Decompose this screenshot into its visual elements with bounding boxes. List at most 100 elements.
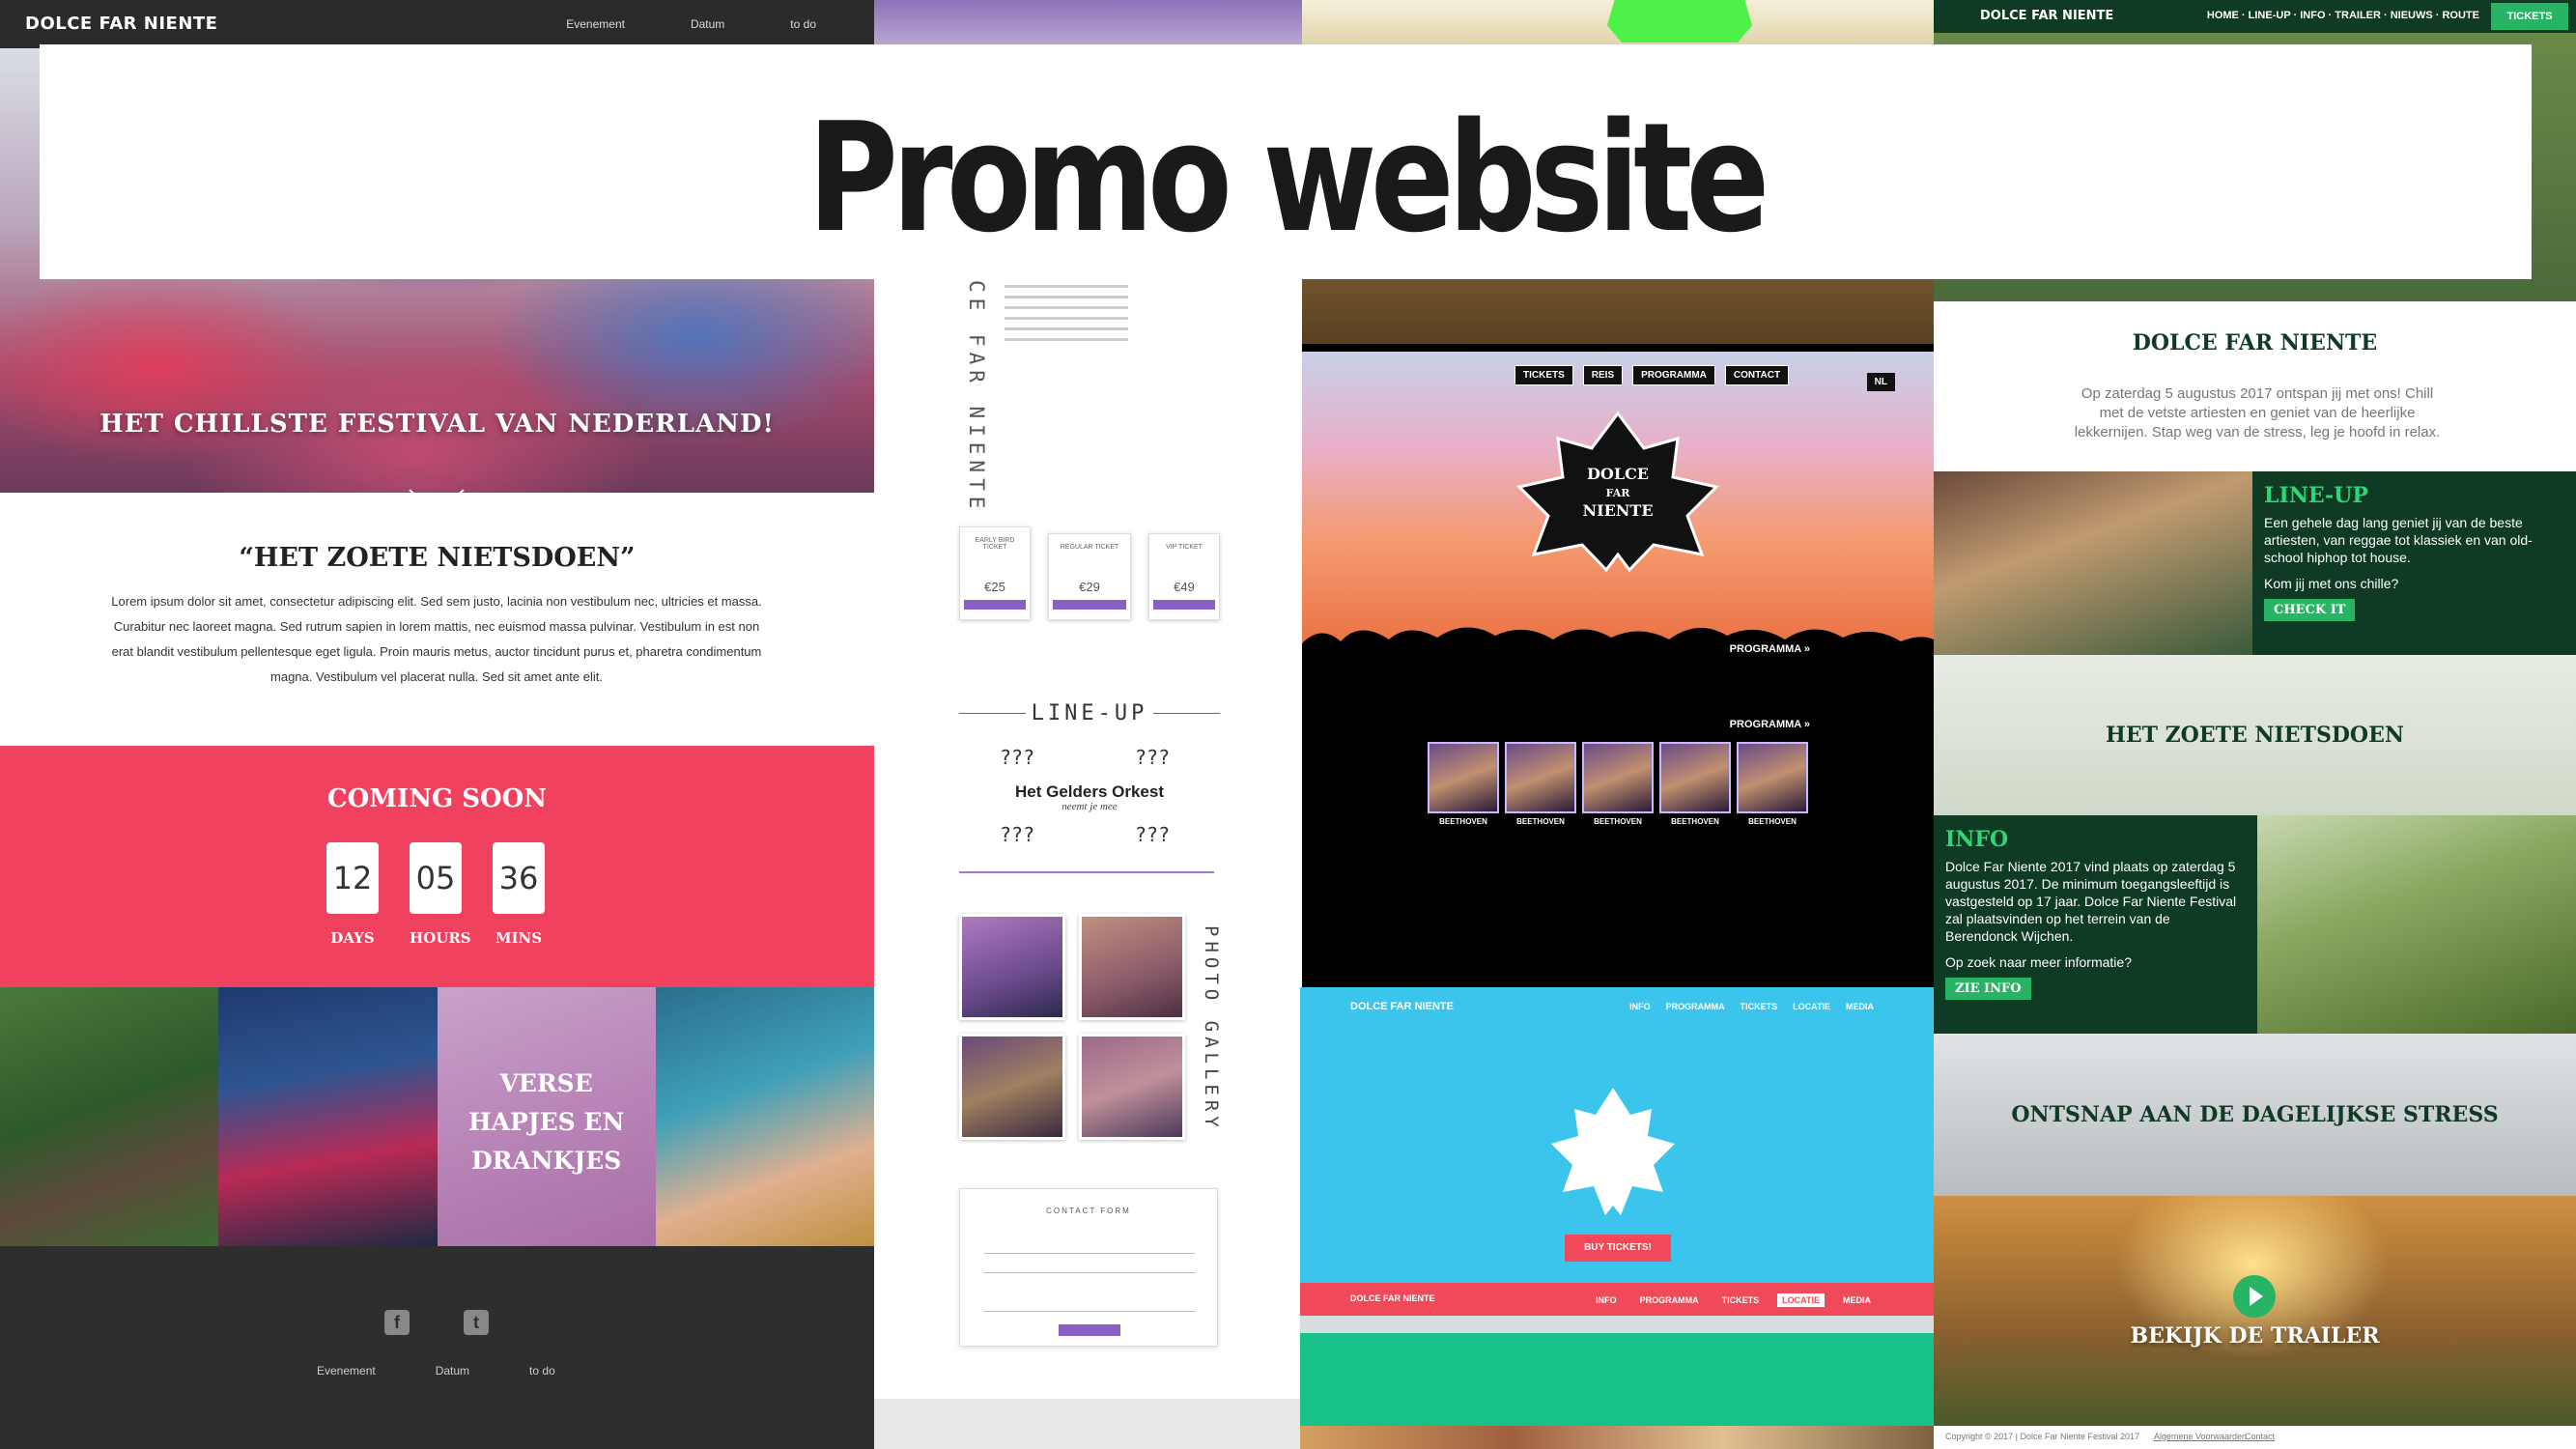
divider: [959, 871, 1214, 873]
facebook-icon[interactable]: f: [384, 1310, 410, 1335]
nav-programma[interactable]: PROGRAMMA: [1635, 1293, 1704, 1307]
nav-media[interactable]: MEDIA: [1846, 1002, 1874, 1011]
twitter-icon[interactable]: t: [464, 1310, 489, 1335]
terms-link[interactable]: Algemene Voorwaarden: [2154, 1432, 2247, 1441]
gallery-image[interactable]: [959, 1034, 1065, 1140]
send-button[interactable]: [1059, 1324, 1120, 1336]
photo-caption-line: VERSE: [499, 1069, 593, 1097]
map[interactable]: [1300, 1316, 1934, 1333]
lineup-placeholder: ???: [1000, 823, 1035, 846]
lineup-title: LINE-UP: [2264, 483, 2368, 508]
programma-link[interactable]: PROGRAMMA »: [1730, 719, 1810, 730]
tickets-button[interactable]: TICKETS: [2491, 3, 2568, 30]
countdown-value: 36: [493, 842, 545, 914]
ticket-vip: VIP TICKET €49: [1148, 533, 1220, 620]
ticket-order-button[interactable]: [964, 600, 1026, 610]
site-logo[interactable]: DOLCE FAR NIENTE: [25, 14, 217, 34]
navbar: DOLCE FAR NIENTE Evenement Datum to do: [0, 0, 874, 48]
nav-locatie[interactable]: LOCATIE: [1777, 1293, 1825, 1307]
language-switch[interactable]: NL: [1866, 373, 1895, 391]
headliner-name: Het Gelders Orkest: [1014, 782, 1164, 801]
leaf-logo-line: DOLCE: [1587, 465, 1649, 483]
gallery-image[interactable]: [1079, 1034, 1185, 1140]
nav-info[interactable]: INFO: [1591, 1293, 1622, 1307]
gallery-image[interactable]: [959, 914, 1065, 1020]
email-field[interactable]: [984, 1272, 1195, 1273]
photo-caption-line: DRANKJES: [470, 1147, 622, 1175]
footer-link-datum[interactable]: Datum: [436, 1364, 469, 1378]
nav-info[interactable]: INFO: [1629, 1002, 1651, 1011]
trailer-title[interactable]: BEKIJK DE TRAILER: [1934, 1323, 2576, 1349]
contact-link[interactable]: Contact: [2245, 1432, 2275, 1441]
text-line: [1005, 306, 1128, 309]
contact-title: CONTACT FORM: [1046, 1207, 1131, 1215]
site-logo[interactable]: DOLCE FAR NIENTE: [1980, 9, 2113, 23]
footer-link-evenement[interactable]: Evenement: [317, 1364, 376, 1378]
nav-tickets[interactable]: TICKETS: [1717, 1293, 1765, 1307]
site-logo[interactable]: DOLCE FAR NIENTE: [1350, 1001, 1454, 1012]
nav-programma[interactable]: PROGRAMMA: [1632, 365, 1715, 385]
artist-card[interactable]: BEETHOVEN: [1428, 742, 1499, 826]
nav-programma[interactable]: PROGRAMMA: [1666, 1002, 1725, 1011]
photo-drinks: VERSE HAPJES EN DRANKJES: [437, 987, 656, 1246]
text-line: [1005, 327, 1128, 330]
artist-card[interactable]: BEETHOVEN: [1582, 742, 1654, 826]
artist-card[interactable]: BEETHOVEN: [1659, 742, 1731, 826]
ticket-regular: REGULAR TICKET €29: [1048, 533, 1131, 620]
ticket-order-button[interactable]: [1153, 600, 1215, 610]
headliner-subtitle: neemt je mee: [1062, 801, 1118, 812]
info-row: INFO Dolce Far Niente 2017 vind plaats o…: [1934, 815, 2576, 1034]
text-line: [1005, 285, 1128, 288]
lineup-title: LINE-UP: [1031, 701, 1148, 725]
play-icon[interactable]: [2233, 1275, 2276, 1318]
nav-link-evenement[interactable]: Evenement: [566, 17, 625, 31]
nav-locatie[interactable]: LOCATIE: [1793, 1002, 1830, 1011]
text-line: [1005, 296, 1128, 298]
nav-media[interactable]: MEDIA: [1838, 1293, 1876, 1307]
hero-tagline: HET CHILLSTE FESTIVAL VAN NEDERLAND!: [99, 410, 775, 439]
artist-card[interactable]: BEETHOVEN: [1737, 742, 1808, 826]
artist-photo: [1505, 742, 1576, 813]
copyright-text: Copyright © 2017 | Dolce Far Niente Fest…: [1945, 1432, 2140, 1441]
gallery-title: PHOTO GALLERY: [1201, 925, 1222, 1132]
message-field[interactable]: [984, 1311, 1195, 1312]
lineup-text: Een gehele dag lang geniet jij van de be…: [2264, 515, 2533, 565]
lineup-placeholder: ???: [1000, 746, 1035, 769]
gallery-image[interactable]: [1079, 914, 1185, 1020]
photo-crowd: [218, 987, 438, 1246]
crowd-silhouette: [1302, 627, 1934, 668]
countdown-days: 12 DAYS: [326, 842, 379, 947]
nav-contact[interactable]: CONTACT: [1724, 365, 1790, 385]
zie-info-button[interactable]: ZIE INFO: [1945, 978, 2031, 1000]
site-logo[interactable]: DOLCE FAR NIENTE: [1350, 1293, 1435, 1303]
nav-link-datum[interactable]: Datum: [691, 17, 724, 31]
footer-link-todo[interactable]: to do: [529, 1364, 555, 1378]
nav-tickets[interactable]: TICKETS: [1514, 365, 1573, 385]
countdown-value: 12: [326, 842, 379, 914]
artist-photo: [1428, 742, 1499, 813]
nav-reis[interactable]: REIS: [1582, 365, 1624, 385]
photo-hammock: [655, 987, 874, 1246]
ticket-name: VIP TICKET: [1166, 544, 1203, 551]
blue-hero: DOLCE FAR NIENTE INFO PROGRAMMA TICKETS …: [1300, 987, 1934, 1283]
check-it-button[interactable]: CHECK IT: [2264, 599, 2356, 621]
nav-tickets[interactable]: TICKETS: [1741, 1002, 1778, 1011]
sunset-hero: TICKETS REIS PROGRAMMA CONTACT NL DOLCE …: [1302, 352, 1934, 668]
text-line: [1005, 317, 1128, 320]
footer: Copyright © 2017 | Dolce Far Niente Fest…: [1934, 1426, 2576, 1449]
programma-link[interactable]: PROGRAMMA »: [1730, 643, 1810, 655]
contact-form: CONTACT FORM: [959, 1188, 1218, 1347]
leaf-logo-line: NIENTE: [1582, 501, 1653, 520]
ticket-price: €29: [1079, 580, 1100, 594]
photo-strip: VERSE HAPJES EN DRANKJES: [0, 987, 874, 1246]
vertical-title: CE FAR NIENTE: [965, 280, 988, 515]
buy-tickets-button[interactable]: BUY TICKETS!: [1565, 1235, 1671, 1262]
ticket-order-button[interactable]: [1053, 600, 1126, 610]
name-field[interactable]: [984, 1253, 1195, 1254]
artist-card[interactable]: BEETHOVEN: [1505, 742, 1576, 826]
nav-link-todo[interactable]: to do: [790, 17, 816, 31]
nav-buttons: TICKETS REIS PROGRAMMA CONTACT: [1514, 365, 1790, 385]
nav-links[interactable]: HOME · LINE-UP · INFO · TRAILER · NIEUWS…: [2207, 10, 2479, 21]
nav-links: INFO PROGRAMMA TICKETS LOCATIE MEDIA: [1629, 1002, 1874, 1011]
artist-cards: BEETHOVEN BEETHOVEN BEETHOVEN BEETHOVEN …: [1428, 742, 1808, 826]
